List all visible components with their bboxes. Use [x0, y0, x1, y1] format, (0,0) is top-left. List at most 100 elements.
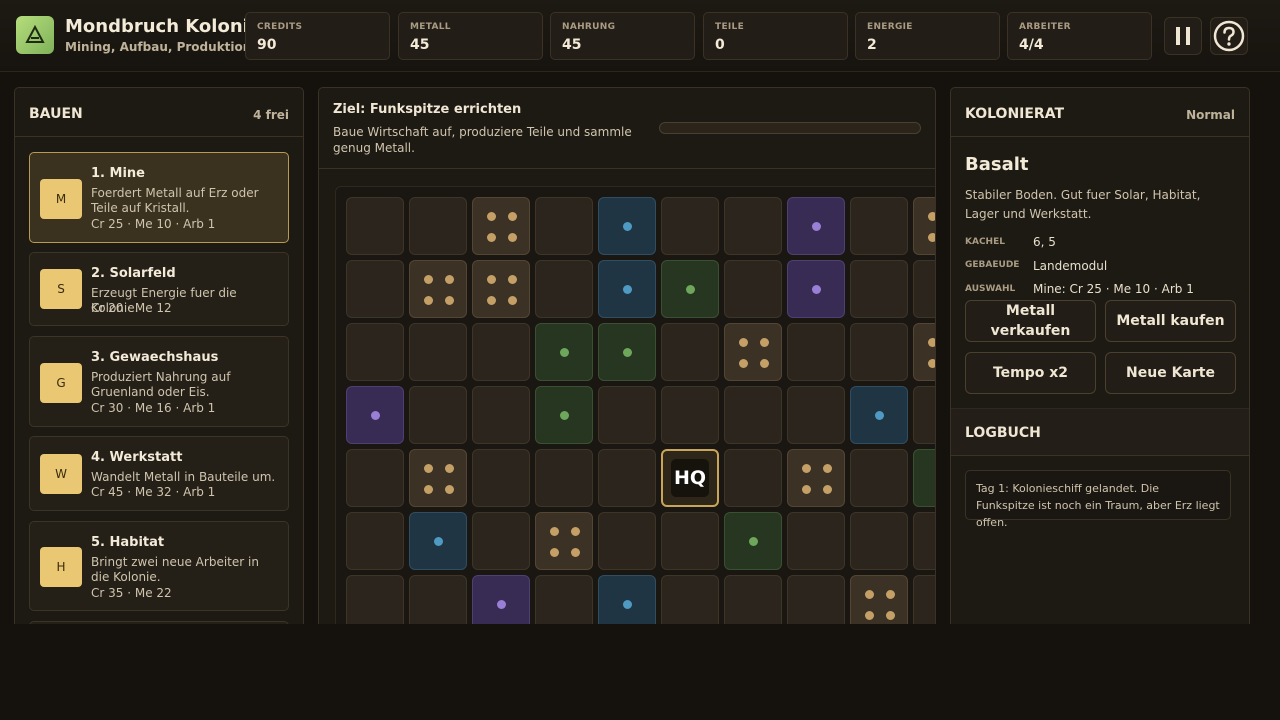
map-tile-plain[interactable]	[787, 512, 845, 570]
colony-app: Mondbruch Kolonie Mining, Aufbau, Produk…	[0, 0, 1280, 624]
map-tile-ice[interactable]	[598, 575, 656, 624]
map-tile-plain[interactable]	[535, 260, 593, 318]
map-tile-plain[interactable]	[724, 386, 782, 444]
map-tile-ore[interactable]	[409, 260, 467, 318]
map-tile-plain[interactable]	[346, 197, 404, 255]
map-tile-green[interactable]	[598, 323, 656, 381]
map-tile-ice[interactable]	[598, 260, 656, 318]
build-item-werkstatt[interactable]: W 4. Werkstatt Wandelt Metall in Bauteil…	[29, 436, 289, 511]
map-tile-ore[interactable]	[409, 449, 467, 507]
build-item-mine[interactable]: M 1. Mine Foerdert Metall auf Erz oder T…	[29, 152, 289, 243]
ore-deposit-icon	[865, 611, 874, 620]
map-tile-plain[interactable]	[913, 386, 935, 444]
map-tile-plain[interactable]	[724, 575, 782, 624]
map-tile-plain[interactable]	[850, 260, 908, 318]
ore-deposit-icon	[928, 338, 935, 347]
map-tile-plain[interactable]	[850, 323, 908, 381]
map-tile-plain[interactable]	[850, 197, 908, 255]
map-tile-hq[interactable]: HQ	[661, 449, 719, 507]
map-tile-ore[interactable]	[913, 197, 935, 255]
map-tile-plain[interactable]	[913, 260, 935, 318]
map-tile-plain[interactable]	[598, 449, 656, 507]
green-resource-icon	[560, 411, 569, 420]
map-tile-plain[interactable]	[472, 386, 530, 444]
ore-deposit-icon	[487, 212, 496, 221]
map-tile-plain[interactable]	[472, 512, 530, 570]
map-tile-plain[interactable]	[346, 575, 404, 624]
map-tile-ice[interactable]	[409, 512, 467, 570]
map-tile-plain[interactable]	[598, 386, 656, 444]
ice-resource-icon	[623, 222, 632, 231]
divider	[15, 136, 303, 137]
map-tile-plain[interactable]	[409, 323, 467, 381]
build-item-cost: Cr 35 · Me 22	[91, 586, 172, 600]
map-tile-ore[interactable]	[850, 575, 908, 624]
new-map-button[interactable]: Neue Karte	[1105, 352, 1236, 394]
ore-deposit-icon	[802, 464, 811, 473]
map-tile-ore[interactable]	[913, 323, 935, 381]
pause-button[interactable]	[1164, 17, 1202, 55]
map-tile-plain[interactable]	[724, 197, 782, 255]
map-tile-ore[interactable]	[787, 449, 845, 507]
map-tile-plain[interactable]	[346, 512, 404, 570]
map-tile-plain[interactable]	[724, 449, 782, 507]
green-resource-icon	[749, 537, 758, 546]
map-tile-plain[interactable]	[661, 323, 719, 381]
divider	[951, 136, 1249, 137]
map-tile-plain[interactable]	[850, 449, 908, 507]
map-tile-ore[interactable]	[724, 323, 782, 381]
map-tile-plain[interactable]	[913, 512, 935, 570]
ore-deposit-icon	[445, 296, 454, 305]
build-item-next[interactable]	[29, 621, 289, 624]
map-tile-crystal[interactable]	[472, 575, 530, 624]
build-item-solarfeld[interactable]: S 2. Solarfeld Erzeugt Energie fuer die …	[29, 252, 289, 326]
map-tile-plain[interactable]	[409, 386, 467, 444]
map-tile-green[interactable]	[535, 323, 593, 381]
map-tile-plain[interactable]	[346, 323, 404, 381]
map-tile-crystal[interactable]	[787, 260, 845, 318]
map-tile-plain[interactable]	[535, 575, 593, 624]
map-tile-green[interactable]	[535, 386, 593, 444]
map-tile-green[interactable]	[724, 512, 782, 570]
map-tile-plain[interactable]	[661, 575, 719, 624]
map-tile-plain[interactable]	[409, 197, 467, 255]
map-tile-green[interactable]	[661, 260, 719, 318]
map-tile-plain[interactable]	[346, 260, 404, 318]
build-item-gewaechshaus[interactable]: G 3. Gewaechshaus Produziert Nahrung auf…	[29, 336, 289, 427]
speed-x2-button[interactable]: Tempo x2	[965, 352, 1096, 394]
map-tile-plain[interactable]	[661, 386, 719, 444]
map-tile-plain[interactable]	[850, 512, 908, 570]
map-tile-plain[interactable]	[787, 386, 845, 444]
map-tile-plain[interactable]	[661, 512, 719, 570]
build-panel-title: BAUEN	[29, 106, 83, 122]
map-tile-plain[interactable]	[409, 575, 467, 624]
map-tile-plain[interactable]	[787, 323, 845, 381]
map-tile-crystal[interactable]	[346, 386, 404, 444]
ore-deposit-icon	[823, 464, 832, 473]
map-tile-plain[interactable]	[598, 512, 656, 570]
buy-metal-button[interactable]: Metall kaufen	[1105, 300, 1236, 342]
map-tile-plain[interactable]	[787, 575, 845, 624]
map-tile-plain[interactable]	[724, 260, 782, 318]
map-tile-ore[interactable]	[535, 512, 593, 570]
build-item-cost: Cr 45 · Me 32 · Arb 1	[91, 485, 216, 499]
sell-metal-button[interactable]: Metall verkaufen	[965, 300, 1096, 342]
map-tile-ore[interactable]	[472, 197, 530, 255]
help-button[interactable]	[1210, 17, 1248, 55]
ice-resource-icon	[623, 600, 632, 609]
map-tile-plain[interactable]	[535, 449, 593, 507]
build-item-habitat[interactable]: H 5. Habitat Bringt zwei neue Arbeiter i…	[29, 521, 289, 611]
map-tile-plain[interactable]	[913, 575, 935, 624]
ore-deposit-icon	[886, 611, 895, 620]
map-tile-ice[interactable]	[598, 197, 656, 255]
map-tile-ore[interactable]	[472, 260, 530, 318]
map-tile-plain[interactable]	[346, 449, 404, 507]
map-tile-plain[interactable]	[535, 197, 593, 255]
map-tile-green[interactable]	[913, 449, 935, 507]
map-tile-plain[interactable]	[661, 197, 719, 255]
map-tile-plain[interactable]	[472, 323, 530, 381]
divider	[319, 168, 935, 169]
map-tile-plain[interactable]	[472, 449, 530, 507]
map-tile-ice[interactable]	[850, 386, 908, 444]
map-tile-crystal[interactable]	[787, 197, 845, 255]
